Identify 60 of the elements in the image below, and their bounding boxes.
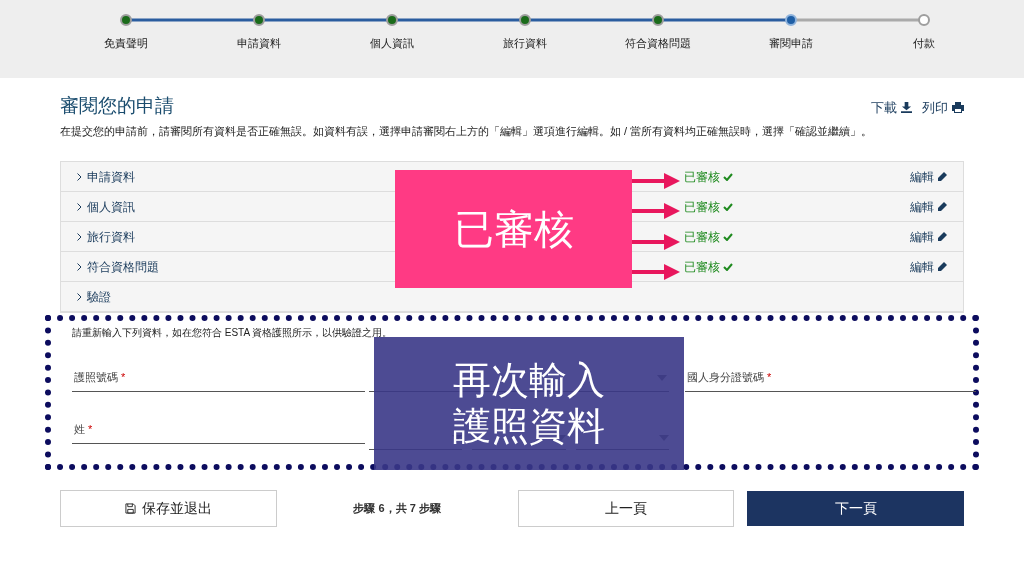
pencil-icon: [937, 261, 947, 272]
field-label: 國人身分證號碼: [687, 370, 764, 386]
step-label: 旅行資料: [503, 36, 547, 51]
arrow-icon: [632, 234, 680, 250]
section-toggle[interactable]: 驗證: [77, 287, 111, 306]
edit-button[interactable]: 編輯: [910, 257, 947, 276]
edit-button[interactable]: 編輯: [910, 227, 947, 246]
reviewed-status: 已審核: [684, 197, 910, 216]
step-label: 符合資格問題: [625, 36, 691, 51]
chevron-right-icon: [77, 292, 82, 301]
chevron-right-icon: [77, 202, 82, 211]
step-label: 個人資訊: [370, 36, 414, 51]
arrow-icon: [632, 173, 680, 189]
input-field[interactable]: 護照號碼 *: [72, 364, 365, 392]
previous-button[interactable]: 上一頁: [517, 490, 735, 527]
edit-button[interactable]: 編輯: [910, 167, 947, 186]
arrow-icon: [632, 203, 680, 219]
pencil-icon: [937, 171, 947, 182]
page-title: 審閱您的申請: [60, 94, 174, 118]
check-icon: [723, 202, 733, 211]
reviewed-status: 已審核: [684, 227, 910, 246]
reviewed-status: 已審核: [684, 257, 910, 276]
save-exit-button[interactable]: 保存並退出: [60, 490, 277, 527]
pencil-icon: [937, 231, 947, 242]
check-icon: [723, 232, 733, 241]
check-icon: [723, 262, 733, 271]
check-icon: [723, 172, 733, 181]
annotation-tooltip: 已審核: [395, 170, 632, 288]
step-label: 申請資料: [237, 36, 281, 51]
step-label: 免責聲明: [104, 36, 148, 51]
field-label: 護照號碼: [74, 370, 118, 386]
chevron-right-icon: [77, 262, 82, 271]
required-mark: *: [88, 422, 93, 438]
section-toggle[interactable]: 旅行資料: [77, 227, 135, 246]
next-button[interactable]: 下一頁: [747, 491, 964, 526]
print-icon: [952, 102, 964, 114]
input-field[interactable]: 國人身分證號碼 *: [685, 364, 976, 392]
step-label: 審閱申請: [769, 36, 813, 51]
required-mark: *: [121, 370, 126, 386]
chevron-right-icon: [77, 172, 82, 181]
edit-button[interactable]: 編輯: [910, 197, 947, 216]
section-toggle[interactable]: 個人資訊: [77, 197, 135, 216]
annotation-tooltip: 再次輸入 護照資料: [374, 337, 684, 470]
print-button[interactable]: 列印: [922, 98, 964, 118]
download-button[interactable]: 下載: [871, 98, 912, 118]
pencil-icon: [937, 201, 947, 212]
input-field[interactable]: 姓 *: [72, 416, 365, 444]
step-counter: 步驟 6，共 7 步驟: [352, 501, 442, 517]
save-icon: [124, 503, 136, 514]
reviewed-status: 已審核: [684, 167, 910, 186]
step-label: 付款: [913, 36, 935, 51]
chevron-right-icon: [77, 232, 82, 241]
section-toggle[interactable]: 符合資格問題: [77, 257, 159, 276]
section-toggle[interactable]: 申請資料: [77, 167, 135, 186]
verification-note: 請重新輸入下列資料，如在您符合 ESTA 資格護照所示，以供驗證之用。: [72, 326, 394, 340]
intro-text: 在提交您的申請前，請審閱所有資料是否正確無誤。如資料有誤，選擇申請審閱右上方的「編輯」選項進行編輯。如 / 當所有資料均正確無誤時，選擇「確認並繼續」。: [60, 123, 874, 139]
download-icon: [901, 102, 912, 114]
field-label: 姓: [74, 422, 85, 438]
required-mark: *: [767, 370, 772, 386]
arrow-icon: [632, 264, 680, 280]
